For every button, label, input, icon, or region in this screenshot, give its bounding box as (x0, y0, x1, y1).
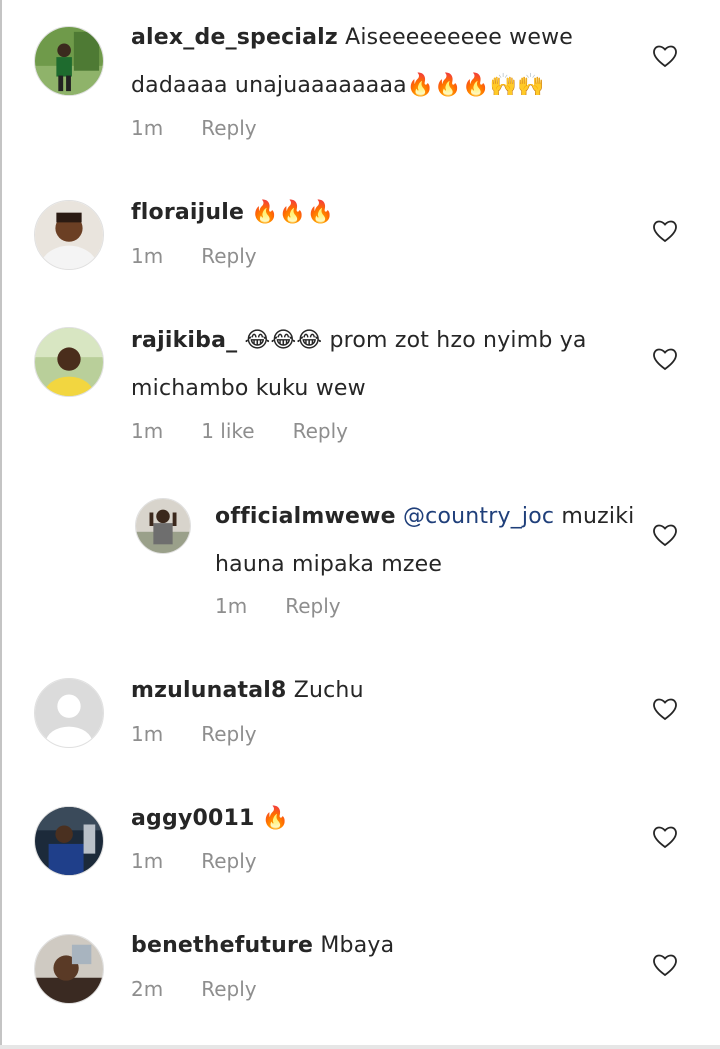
comment-emoji: 🔥 (261, 806, 290, 831)
reply-button[interactable]: Reply (201, 722, 256, 746)
comment-time: 2m (131, 977, 164, 1001)
avatar-photo-icon (136, 499, 190, 553)
comment-meta: 2m Reply (131, 977, 295, 1001)
avatar[interactable] (34, 327, 104, 397)
avatar-photo-icon (35, 27, 103, 95)
reply-button[interactable]: Reply (201, 116, 256, 140)
comment-emoji: 😂😂😂 (244, 328, 323, 353)
bottom-divider (0, 1045, 720, 1049)
heart-outline-icon[interactable] (652, 44, 678, 68)
avatar[interactable] (34, 200, 104, 270)
comment-emoji: 🔥🔥🔥🙌🙌 (406, 73, 545, 98)
avatar-photo-icon (35, 201, 103, 269)
heart-outline-icon[interactable] (652, 523, 678, 547)
comment-body: rajikiba_ 😂😂😂 prom zot hzo nyimb ya mich… (131, 317, 631, 413)
heart-outline-icon[interactable] (652, 953, 678, 977)
comment-username[interactable]: mzulunatal8 (131, 678, 287, 703)
comment-meta: 1m Reply (131, 849, 295, 873)
mention-link[interactable]: @country_joc (403, 504, 554, 529)
reply-button[interactable]: Reply (201, 244, 256, 268)
comment-meta: 1m Reply (131, 722, 295, 746)
comment-body: aggy0011 🔥 (131, 795, 631, 843)
heart-outline-icon[interactable] (652, 697, 678, 721)
comment-body: officialmwewe @country_joc muziki hauna … (215, 493, 635, 589)
comment-time: 1m (131, 849, 164, 873)
heart-outline-icon[interactable] (652, 219, 678, 243)
reply-button[interactable]: Reply (201, 849, 256, 873)
comment-meta: 1m Reply (131, 244, 295, 268)
comment-username[interactable]: officialmwewe (215, 504, 396, 529)
default-avatar-icon[interactable] (34, 678, 104, 748)
comment-time: 1m (131, 419, 164, 443)
heart-outline-icon[interactable] (652, 825, 678, 849)
like-count[interactable]: 1 like (201, 419, 254, 443)
comment-text: Mbaya (320, 933, 395, 958)
comment-username[interactable]: floraijule (131, 200, 244, 225)
left-border (0, 0, 2, 1049)
comment-body: benethefuture Mbaya (131, 922, 631, 970)
comment-body: floraijule 🔥🔥🔥 (131, 189, 631, 237)
reply-button[interactable]: Reply (285, 594, 340, 618)
comment-meta: 1m Reply (131, 116, 295, 140)
comment-emoji: 🔥🔥🔥 (251, 200, 335, 225)
comment-body: mzulunatal8 Zuchu (131, 667, 631, 715)
comment-username[interactable]: alex_de_specialz (131, 25, 338, 50)
comment-meta: 1m 1 like Reply (131, 419, 386, 443)
comment-time: 1m (131, 722, 164, 746)
avatar[interactable] (34, 26, 104, 96)
comment-username[interactable]: benethefuture (131, 933, 313, 958)
avatar[interactable] (34, 934, 104, 1004)
avatar-photo-icon (35, 328, 103, 396)
comment-time: 1m (215, 594, 248, 618)
heart-outline-icon[interactable] (652, 347, 678, 371)
reply-button[interactable]: Reply (201, 977, 256, 1001)
comment-username[interactable]: aggy0011 (131, 806, 255, 831)
comment-text: Zuchu (293, 678, 364, 703)
avatar-photo-icon (35, 935, 103, 1003)
avatar[interactable] (135, 498, 191, 554)
avatar[interactable] (34, 806, 104, 876)
avatar-photo-icon (35, 807, 103, 875)
comment-time: 1m (131, 244, 164, 268)
comment-time: 1m (131, 116, 164, 140)
reply-button[interactable]: Reply (293, 419, 348, 443)
comment-username[interactable]: rajikiba_ (131, 328, 237, 353)
comment-meta: 1m Reply (215, 594, 379, 618)
comment-body: alex_de_specialz Aiseeeeeeeee wewe dadaa… (131, 14, 591, 110)
